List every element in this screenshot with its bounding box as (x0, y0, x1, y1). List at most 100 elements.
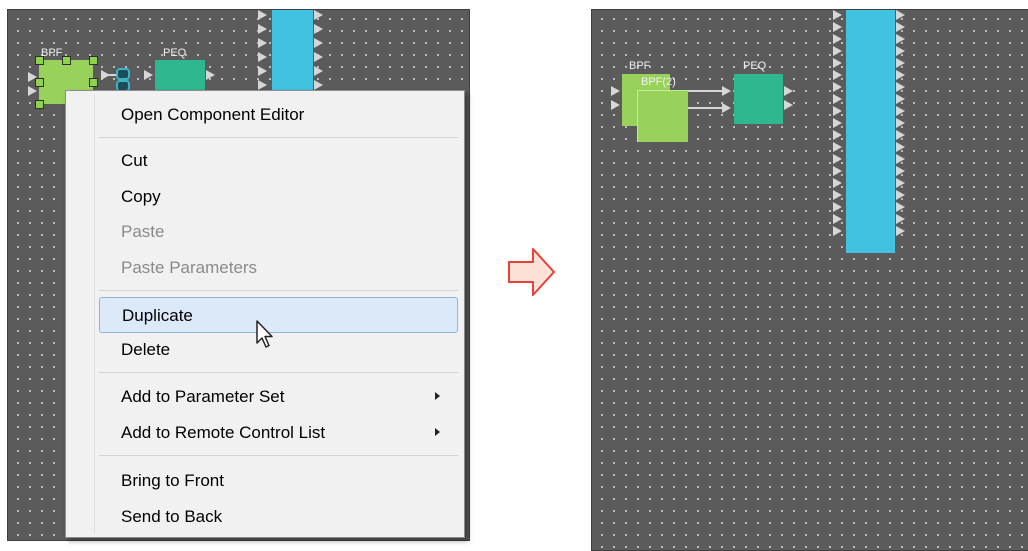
wire-connector-icon (116, 68, 130, 80)
input-port-icon (833, 46, 842, 56)
input-port-icon (833, 106, 842, 116)
input-port-icon (833, 22, 842, 32)
design-canvas-after[interactable]: BPF BPF(2) PEQ (591, 9, 1028, 551)
submenu-arrow-icon (435, 428, 440, 436)
menu-item-add-to-remote-control-list[interactable]: Add to Remote Control List (99, 415, 458, 449)
menu-gutter (94, 94, 95, 534)
bpf-label: BPF (629, 60, 651, 72)
context-menu: Open Component Editor Cut Copy Paste Pas… (65, 90, 465, 538)
input-port-icon (258, 38, 267, 48)
input-port-icon (833, 58, 842, 68)
output-port-icon (896, 22, 905, 32)
mouse-pointer-icon (256, 320, 273, 348)
input-port-icon (258, 24, 267, 34)
input-port-icon (833, 10, 842, 20)
menu-item-add-to-parameter-set[interactable]: Add to Parameter Set (99, 379, 458, 413)
input-port-icon (611, 100, 620, 110)
menu-item-label: Open Component Editor (121, 105, 305, 124)
menu-item-label: Paste (121, 222, 165, 241)
output-port-icon (314, 38, 323, 48)
menu-item-open-component-editor[interactable]: Open Component Editor (99, 97, 458, 131)
output-port-icon (896, 34, 905, 44)
menu-separator (99, 372, 458, 373)
input-port-icon (28, 72, 37, 82)
selection-handle[interactable] (89, 78, 98, 87)
output-port-icon (896, 46, 905, 56)
bpf-label: BPF (41, 47, 63, 59)
selection-handle[interactable] (62, 56, 71, 65)
input-port-icon (833, 94, 842, 104)
output-port-icon (896, 142, 905, 152)
input-port-icon (833, 226, 842, 236)
bus-block[interactable] (272, 10, 313, 90)
output-port-icon (896, 130, 905, 140)
input-port-icon (258, 66, 267, 76)
peq-label: PEQ (743, 60, 767, 72)
input-port-icon (833, 142, 842, 152)
input-port-icon (258, 52, 267, 62)
bpf-copy-label: BPF(2) (641, 76, 676, 88)
menu-item-cut[interactable]: Cut (99, 143, 458, 177)
output-port-icon (896, 70, 905, 80)
menu-item-label: Delete (121, 340, 171, 359)
output-port-icon (896, 178, 905, 188)
output-port-icon (896, 214, 905, 224)
menu-item-label: Send to Back (121, 507, 223, 526)
input-port-icon (833, 130, 842, 140)
output-port-icon (896, 58, 905, 68)
menu-separator (99, 137, 458, 138)
menu-separator (99, 290, 458, 291)
input-port-icon (833, 202, 842, 212)
input-port-icon (258, 10, 267, 20)
menu-item-bring-to-front[interactable]: Bring to Front (99, 463, 458, 497)
menu-item-label: Bring to Front (121, 471, 224, 490)
input-port-icon (833, 166, 842, 176)
menu-item-label: Add to Parameter Set (121, 387, 285, 406)
output-port-icon (314, 24, 323, 34)
right-arrow-icon (508, 248, 555, 296)
menu-item-delete[interactable]: Delete (99, 332, 458, 366)
output-port-icon (896, 190, 905, 200)
menu-item-send-to-back[interactable]: Send to Back (99, 499, 458, 533)
peq-block[interactable] (734, 74, 783, 124)
peq-block[interactable] (155, 60, 205, 92)
menu-separator (99, 455, 458, 456)
menu-item-paste-parameters: Paste Parameters (99, 250, 458, 284)
peq-label: PEQ (163, 47, 187, 59)
output-port-icon (896, 202, 905, 212)
selection-handle[interactable] (35, 56, 44, 65)
output-port-icon (314, 52, 323, 62)
input-port-icon (833, 154, 842, 164)
input-port-icon (833, 70, 842, 80)
menu-item-duplicate[interactable]: Duplicate (99, 297, 458, 333)
input-port-icon (833, 178, 842, 188)
input-port-icon (258, 80, 267, 90)
bpf-copy-block[interactable] (637, 90, 688, 142)
input-port-icon (833, 214, 842, 224)
menu-item-label: Add to Remote Control List (121, 423, 326, 442)
output-port-icon (784, 100, 793, 110)
selection-handle[interactable] (89, 56, 98, 65)
output-port-icon (314, 66, 323, 76)
input-port-icon (28, 86, 37, 96)
bus-block[interactable] (846, 10, 895, 253)
output-port-icon (896, 82, 905, 92)
selection-handle[interactable] (35, 100, 44, 109)
output-port-icon (896, 106, 905, 116)
output-port-icon (206, 70, 215, 80)
output-port-icon (896, 226, 905, 236)
menu-item-label: Cut (121, 151, 148, 170)
output-port-icon (896, 166, 905, 176)
input-port-icon (833, 118, 842, 128)
menu-item-paste: Paste (99, 214, 458, 248)
input-port-icon (833, 82, 842, 92)
submenu-arrow-icon (435, 392, 440, 400)
output-port-icon (784, 86, 793, 96)
output-port-icon (896, 118, 905, 128)
output-port-icon (896, 94, 905, 104)
output-port-icon (314, 10, 323, 20)
input-port-icon (611, 86, 620, 96)
output-port-icon (722, 103, 731, 113)
input-port-icon (833, 34, 842, 44)
menu-item-copy[interactable]: Copy (99, 179, 458, 213)
